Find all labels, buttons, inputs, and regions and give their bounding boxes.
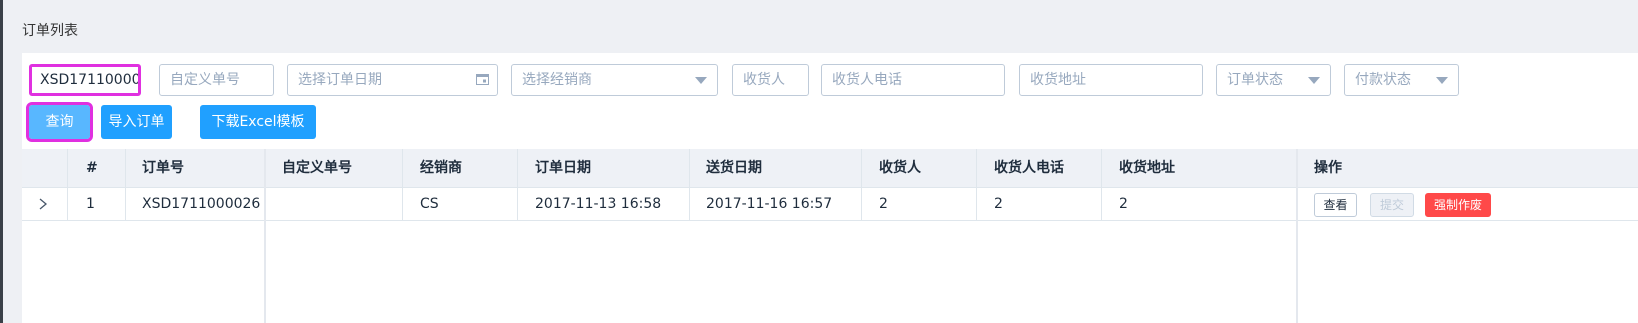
custom-no-input[interactable]: 自定义单号 [159,64,274,96]
column-divider [1101,149,1102,220]
order-table: # 订单号 自定义单号 经销商 订单日期 送货日期 收货人 收货人电话 收货地址… [22,149,1638,323]
column-header-operation: 操作 [1314,160,1342,176]
cell-delivery-date: 2017-11-16 16:57 [706,196,833,212]
column-divider [402,149,403,220]
column-header-order-date: 订单日期 [535,160,591,176]
chevron-down-icon [695,77,707,84]
chevron-right-icon[interactable] [38,198,48,210]
cell-index: 1 [86,196,95,212]
fixed-column-divider-right [1296,149,1298,323]
column-header-receiver-phone: 收货人电话 [994,160,1064,176]
window-left-edge [0,0,3,323]
order-list-panel: XSD171100002 自定义单号 选择订单日期 选择经销商 收货人 收货人电… [22,53,1638,323]
payment-status-select[interactable]: 付款状态 [1344,64,1459,96]
column-divider [861,149,862,220]
fixed-column-divider-left [264,149,266,323]
column-header-index: # [86,160,98,176]
view-button[interactable]: 查看 [1314,193,1357,217]
chevron-down-icon [1436,77,1448,84]
order-date-picker[interactable]: 选择订单日期 [287,64,498,96]
receiver-address-input[interactable]: 收货地址 [1019,64,1203,96]
query-button[interactable]: 查询 [26,102,93,142]
column-divider [125,149,126,220]
cell-receiver: 2 [879,196,888,212]
column-divider [67,149,68,220]
receiver-placeholder: 收货人 [743,72,785,88]
chevron-down-icon [1308,77,1320,84]
column-header-custom-no: 自定义单号 [282,160,352,176]
import-orders-button[interactable]: 导入订单 [101,105,172,139]
cell-order-date: 2017-11-13 16:58 [535,196,662,212]
column-header-order-no: 订单号 [142,160,184,176]
column-header-receiver: 收货人 [879,160,921,176]
custom-no-placeholder: 自定义单号 [170,72,240,88]
order-status-select[interactable]: 订单状态 [1216,64,1331,96]
receiver-address-placeholder: 收货地址 [1030,72,1086,88]
cell-dealer: CS [420,196,439,212]
force-void-button[interactable]: 强制作废 [1425,193,1491,217]
cell-receiver-phone: 2 [994,196,1003,212]
column-header-delivery-date: 送货日期 [706,160,762,176]
order-date-placeholder: 选择订单日期 [298,72,382,88]
receiver-phone-input[interactable]: 收货人电话 [821,64,1005,96]
download-template-button[interactable]: 下载Excel模板 [200,105,316,139]
receiver-input[interactable]: 收货人 [732,64,809,96]
column-divider [689,149,690,220]
column-divider [517,149,518,220]
cell-receiver-address: 2 [1119,196,1128,212]
calendar-icon [476,74,489,85]
order-no-input[interactable]: XSD171100002 [29,64,141,96]
order-no-value: XSD171100002 [40,72,141,88]
cell-order-no: XSD1711000026 [142,196,261,212]
dealer-placeholder: 选择经销商 [522,72,592,88]
page-title: 订单列表 [22,23,78,39]
column-divider [976,149,977,220]
order-status-placeholder: 订单状态 [1227,72,1283,88]
dealer-select[interactable]: 选择经销商 [511,64,718,96]
receiver-phone-placeholder: 收货人电话 [832,72,902,88]
submit-button[interactable]: 提交 [1370,193,1414,217]
column-header-dealer: 经销商 [420,160,462,176]
column-header-receiver-address: 收货地址 [1119,160,1175,176]
payment-status-placeholder: 付款状态 [1355,72,1411,88]
